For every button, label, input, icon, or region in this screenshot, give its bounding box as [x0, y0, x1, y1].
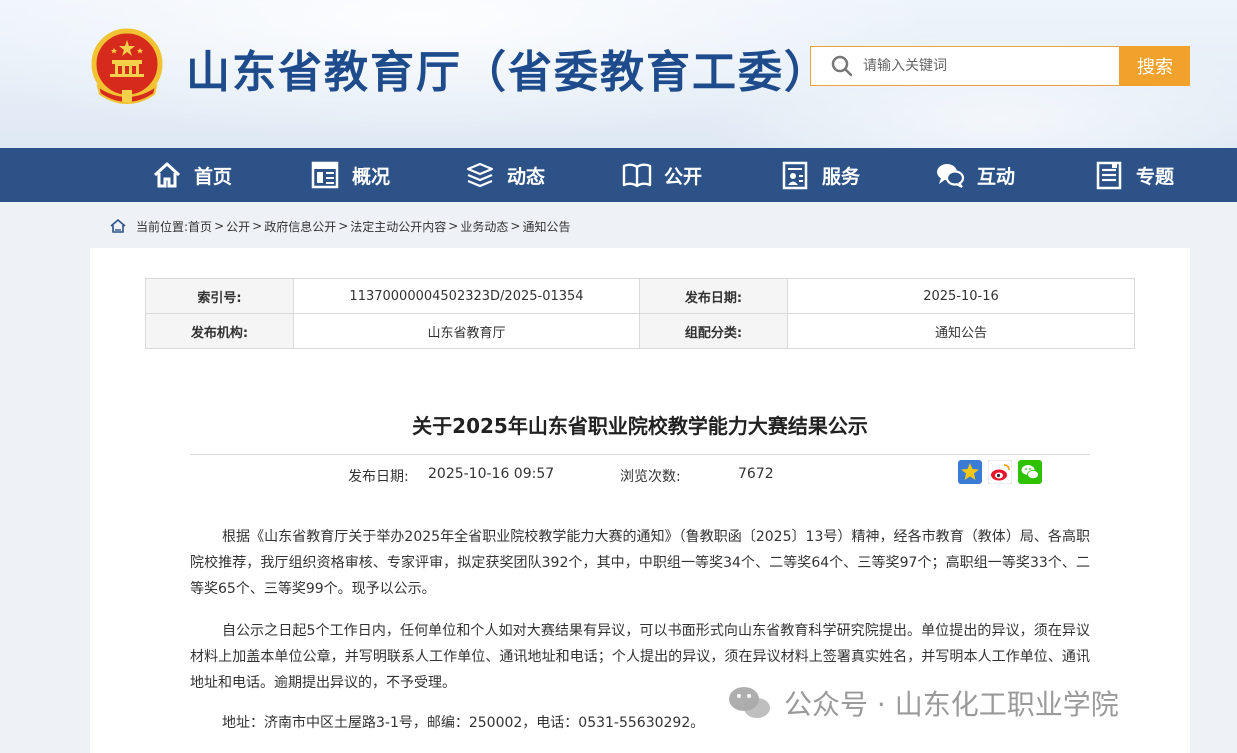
nav-item-label: 专题: [1136, 165, 1175, 188]
nav-item-service[interactable]: 服务: [780, 148, 860, 202]
home-small-icon: [110, 218, 126, 233]
nav-item-label: 概况: [352, 165, 391, 188]
org-value: 山东省教育厅: [293, 313, 640, 349]
article-title: 关于2025年山东省职业院校教学能力大赛结果公示: [412, 414, 868, 438]
home-icon: [153, 162, 181, 188]
article-panel: 索引号: 11370000004502323D/2025-01354 发布日期:…: [90, 248, 1190, 753]
overview-icon: [311, 161, 339, 189]
views-label: 浏览次数:: [620, 469, 681, 485]
breadcrumb-link-notices[interactable]: 通知公告: [522, 218, 570, 235]
category-value: 通知公告: [787, 313, 1135, 349]
publish-date-label: 发布日期:: [348, 469, 409, 485]
site-title: 山东省教育厅（省委教育工委）: [186, 47, 830, 98]
breadcrumb-link-business-news[interactable]: 业务动态: [460, 218, 508, 235]
nav-item-label: 服务: [822, 165, 861, 188]
article-paragraph: 根据《山东省教育厅关于举办2025年全省职业院校教学能力大赛的通知》（鲁教职函〔…: [190, 529, 1090, 597]
org-label: 发布机构:: [145, 313, 294, 349]
wechat-logo-icon: [729, 687, 770, 718]
search-button[interactable]: 搜索: [1120, 46, 1190, 86]
index-value: 11370000004502323D/2025-01354: [293, 278, 640, 314]
views-value: 7672: [738, 466, 774, 482]
nav-item-overview[interactable]: 概况: [310, 148, 390, 202]
nav-item-home[interactable]: 首页: [152, 148, 232, 202]
nav-item-label: 公开: [664, 165, 703, 188]
category-label: 组配分类:: [639, 313, 788, 349]
news-stack-icon: [466, 162, 494, 188]
nav-item-label: 首页: [194, 165, 233, 188]
main-nav: 首页 概况 动态 公开 服务 互动 专题: [0, 148, 1237, 202]
table-row: 索引号: 11370000004502323D/2025-01354 发布日期:…: [145, 278, 1135, 314]
topic-icon: [1096, 161, 1122, 190]
title-divider: [190, 454, 1090, 455]
metadata-table: 索引号: 11370000004502323D/2025-01354 发布日期:…: [145, 278, 1135, 349]
date-label: 发布日期:: [639, 278, 788, 314]
search-input[interactable]: [863, 48, 1119, 84]
service-icon: [782, 161, 808, 190]
breadcrumb-link-open[interactable]: 公开: [226, 218, 250, 235]
nav-item-interact[interactable]: 互动: [935, 148, 1015, 202]
watermark-text: 公众号 · 山东化工职业学院: [784, 688, 1119, 721]
nav-item-label: 动态: [507, 165, 546, 188]
site-header: 山东省教育厅（省委教育工委） 搜索: [0, 0, 1237, 148]
nav-item-label: 互动: [977, 165, 1016, 188]
publish-date-value: 2025-10-16 09:57: [428, 466, 555, 482]
index-label: 索引号:: [145, 278, 294, 314]
breadcrumb-separator: >: [448, 219, 459, 233]
breadcrumb-separator: >: [510, 219, 521, 233]
breadcrumb-separator: >: [338, 219, 349, 233]
nav-item-open[interactable]: 公开: [622, 148, 702, 202]
breadcrumb-link-gov-info[interactable]: 政府信息公开: [264, 218, 336, 235]
breadcrumb-separator: >: [214, 219, 225, 233]
date-value: 2025-10-16: [787, 278, 1135, 314]
breadcrumb-prefix: 当前位置:: [136, 219, 189, 234]
search-box: [810, 46, 1120, 86]
weibo-icon[interactable]: [988, 460, 1012, 484]
wechat-icon[interactable]: [1018, 460, 1042, 484]
wechat-watermark: 公众号 · 山东化工职业学院: [726, 683, 1119, 723]
nav-item-topic[interactable]: 专题: [1094, 148, 1174, 202]
breadcrumb-link-legal-content[interactable]: 法定主动公开内容: [350, 218, 446, 235]
chat-bubbles-icon: [937, 164, 965, 188]
open-book-icon: [622, 163, 652, 188]
search-icon: [831, 55, 853, 77]
qzone-star-icon[interactable]: [958, 460, 982, 484]
nav-item-news[interactable]: 动态: [465, 148, 545, 202]
table-row: 发布机构: 山东省教育厅 组配分类: 通知公告: [145, 313, 1135, 349]
breadcrumb-link-home[interactable]: 首页: [188, 218, 212, 235]
breadcrumb: 当前位置: 首页 > 公开 > 政府信息公开 > 法定主动公开内容 > 业务动态…: [110, 216, 570, 236]
breadcrumb-separator: >: [252, 219, 263, 233]
national-emblem-icon: [91, 28, 163, 104]
